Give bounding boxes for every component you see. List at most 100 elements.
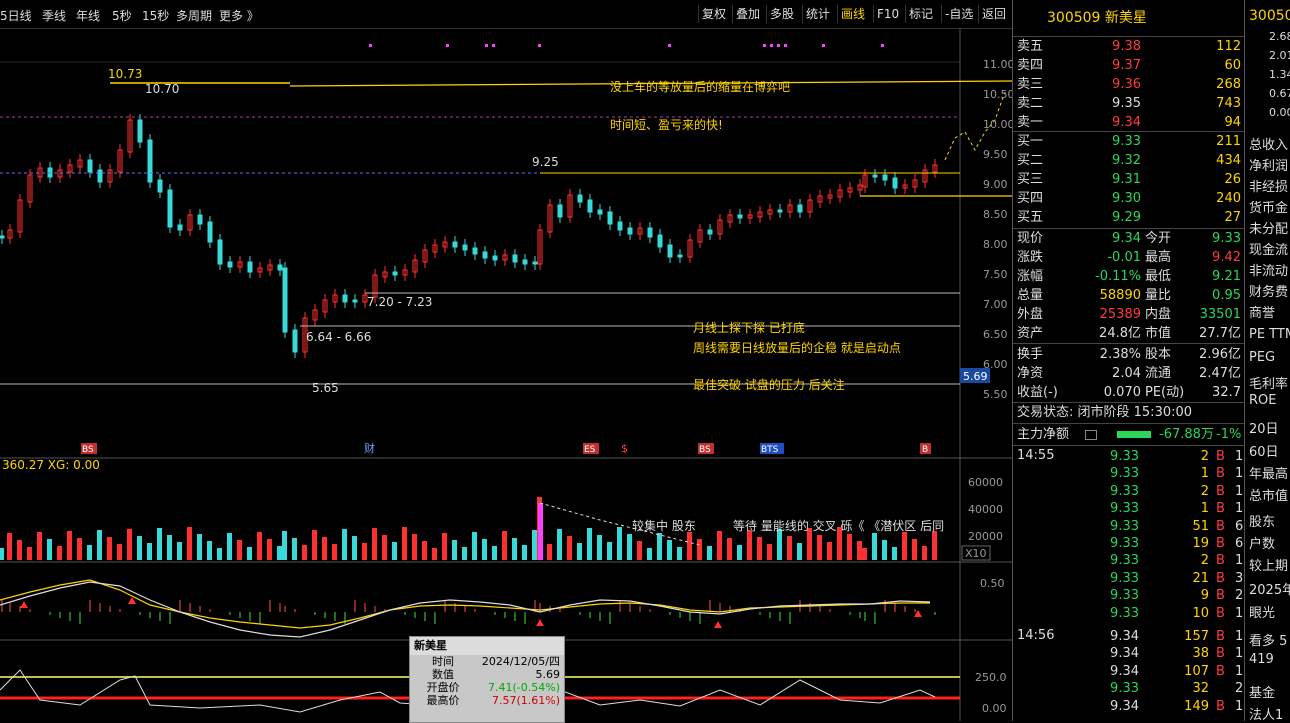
tick-row: 9.33 32 2 [1110,681,1244,697]
price-axis-label: 9.00 [983,178,1008,191]
fr-scale-label: 0.67 [1269,87,1290,100]
period-5day-line[interactable]: 5日线 [0,7,32,24]
fr-item[interactable]: 基金 [1249,682,1275,701]
back-button[interactable]: 返回 [978,5,1009,23]
fr-item[interactable]: 股东 [1249,511,1275,530]
bid-row[interactable]: 买三 9.31 26 [1013,170,1245,189]
tick-row: 9.33 21 B 3 [1110,570,1244,586]
volume-axis-label: 20000 [968,530,1003,543]
fr-scale-label: 2.68 [1269,30,1290,43]
fr-scale-label: 0.00 [1269,106,1290,119]
fr-item[interactable]: 20日 [1249,418,1279,437]
fr-item[interactable]: 419 [1249,652,1274,667]
range-label-2: 6.64 - 6.66 [306,330,371,344]
ask-row[interactable]: 卖五 9.38 112 [1013,37,1245,56]
ask-row[interactable]: 卖二 9.35 743 [1013,94,1245,113]
fr-item[interactable]: 法人1 [1249,704,1283,721]
period-multi[interactable]: 多周期 [176,7,212,24]
tick-row: 9.33 10 B 1 [1110,605,1244,621]
range-label-1: 7.20 - 7.23 [367,295,432,309]
stock-code-name[interactable]: 300509 新美星 [1013,0,1245,37]
watchlist-button[interactable]: -自选 [941,5,976,23]
fr-item[interactable]: 毛利率 [1249,373,1288,392]
fr-item[interactable]: 看多 5 [1249,630,1287,649]
multi-stock-button[interactable]: 多股 [766,5,797,23]
volume-annotation-2: 等待 量能线的 交叉 砾《 《潜伏区 后同 [733,518,944,533]
fr-item[interactable]: 净利润 [1249,155,1288,174]
tick-row: 9.33 19 B 6 [1110,536,1244,551]
mark-button[interactable]: 标记 [905,5,936,23]
low-arrow-label: 5.65 [312,381,339,395]
event-badge: BTS [761,445,779,455]
overlay-button[interactable]: 叠加 [732,5,763,23]
ask-row[interactable]: 卖四 9.37 60 [1013,56,1245,75]
annotation-4: 周线需要日线放量后的企稳 就是启动点 [693,340,901,355]
fr-item[interactable]: 年最高 [1249,463,1288,482]
quote-stat-row: 现价 9.34 今开 9.33 [1017,231,1241,246]
fr-item[interactable]: 较上期 [1249,555,1288,574]
tick-row: 9.34 157 B 16 [1110,629,1252,644]
quote-stat-row: 收益(-) 0.070 PE(动) 32.7 [1017,385,1241,400]
fr-item[interactable]: ROE [1249,393,1276,408]
fr-item[interactable]: 未分配 [1249,218,1288,237]
fr-item[interactable]: PEG [1249,350,1275,365]
kline-chart[interactable]: 10.73 10.70 9.25 7.20 - 7.23 6.64 - 6.66… [0,28,1012,721]
volume-axis-label: 60000 [968,476,1003,489]
quote-panel: 300509 新美星 卖五 9.38 112 卖四 9.37 60 卖三 9.3… [1012,0,1252,721]
bid-row[interactable]: 买四 9.30 240 [1013,189,1245,208]
fr-item[interactable]: 非经损 [1249,176,1288,195]
ask-row[interactable]: 卖三 9.36 268 [1013,75,1245,94]
fr-item[interactable]: 总收入 [1249,134,1288,153]
kdj-axis-label: 0.00 [982,702,1007,715]
trade-status: 交易状态: 闭市阶段 15:30:00 [1017,405,1193,420]
tick-row: 9.34 38 B 1 [1110,646,1244,662]
price-axis-label: 10.50 [983,88,1012,101]
tooltip-row: 开盘价 7.41(-0.54%) [426,681,561,694]
period-5sec[interactable]: 5秒 [112,7,132,24]
fr-item[interactable]: 商誉 [1249,302,1275,321]
annotation-1: 没上车的等放量后的缩量在博弈吧 [610,79,790,94]
period-quarter-line[interactable]: 季线 [42,7,66,24]
fr-item[interactable]: 总市值 [1249,485,1288,504]
annotation-5: 最佳突破 试盘的压力 后关注 [693,377,845,392]
tick-row: 9.33 1 B 1 [1110,466,1244,482]
price-axis-label: 6.50 [983,328,1008,341]
quote-stat-row: 资产 24.8亿 市值 27.7亿 [1017,326,1241,341]
main-flow-icon [1085,430,1097,440]
fr-item[interactable]: 现金流 [1249,239,1288,258]
bid-row[interactable]: 买二 9.32 434 [1013,151,1245,170]
fr-item[interactable]: PE TTM [1249,327,1290,342]
data-tooltip: 新美星 时间 2024/12/05/四 数值 5.69 开盘价 7.41(-0.54%… [409,636,565,723]
period-year-line[interactable]: 年线 [76,7,100,24]
event-badge: ES [584,445,596,455]
fr-item[interactable]: 户数 [1249,533,1275,552]
fr-item[interactable]: 财务费 [1249,281,1288,300]
fr-item[interactable]: 非流动 [1249,260,1288,279]
period-more[interactable]: 更多 》 [219,7,259,24]
signal-dots [369,44,884,47]
tick-row: 9.33 1 B 1 [1110,501,1244,517]
fr-item[interactable]: 货币金 [1249,197,1288,216]
ask-row[interactable]: 卖一 9.34 94 [1013,113,1245,132]
fundamentals-panel: 300509 2.68 2.01 1.34 0.67 0.00 总收入净利润非经损货币金… [1244,0,1290,721]
mid-high-label: 9.25 [532,155,559,169]
fr-item[interactable]: 2025年 [1249,579,1290,598]
f10-button[interactable]: F10 [873,5,902,23]
bid-row[interactable]: 买一 9.33 211 [1013,132,1245,151]
volume-unit: X10 [965,547,987,560]
fr-item[interactable]: 60日 [1249,441,1279,460]
tick-row: 9.33 51 B 6 [1110,518,1244,534]
bid-row[interactable]: 买五 9.29 27 [1013,208,1245,227]
annotation-2: 时间短、盈亏来的快! [610,117,723,132]
statistics-button[interactable]: 统计 [802,5,833,23]
price-axis-label: 7.50 [983,268,1008,281]
period-15sec[interactable]: 15秒 [142,7,169,24]
fr-item[interactable]: 眼光 [1249,602,1275,621]
kdj-axis-label: 250.0 [975,671,1007,684]
price-axis-label: 9.50 [983,148,1008,161]
adjust-button[interactable]: 复权 [698,5,729,23]
tooltip-title: 新美星 [410,637,564,655]
price-axis-label: 10.00 [983,118,1012,131]
draw-line-button[interactable]: 画线 [837,5,868,23]
event-badge: 财 [364,441,375,455]
